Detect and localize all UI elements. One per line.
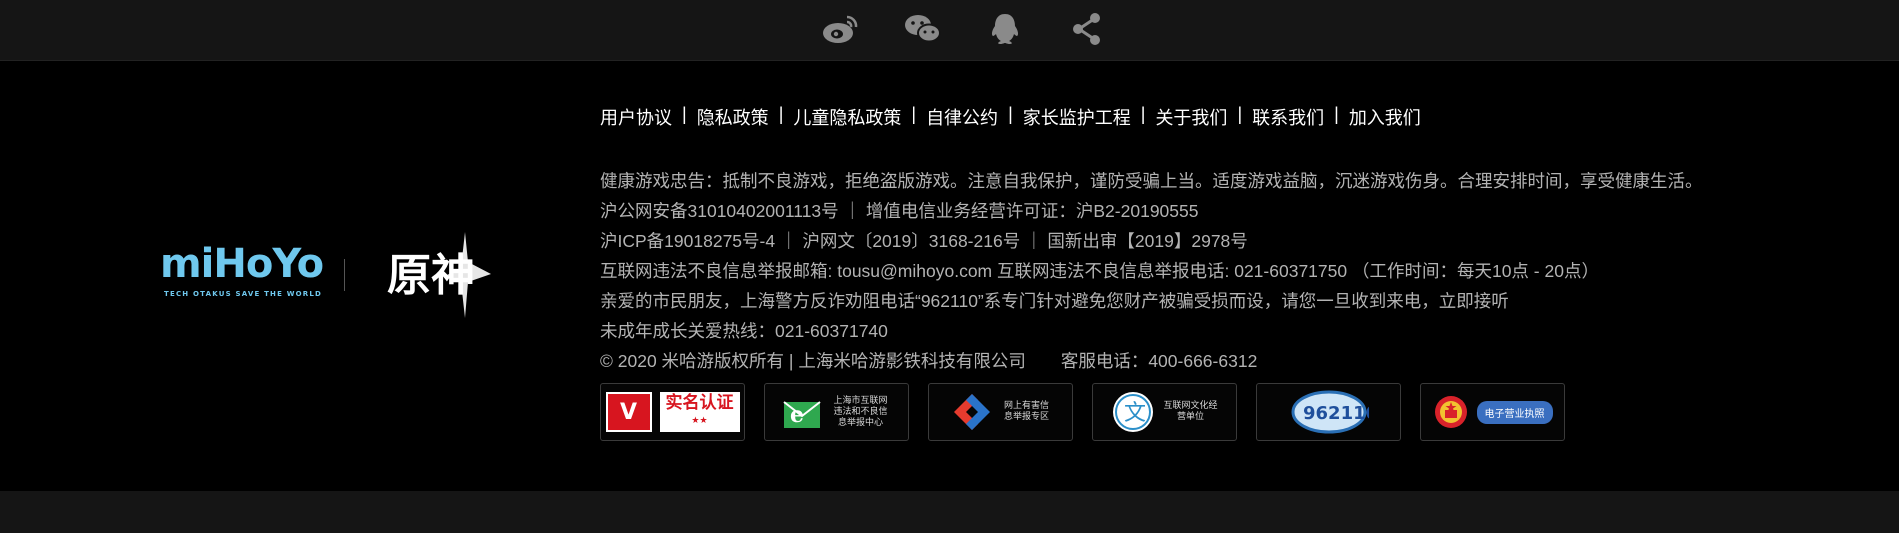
- link-privacy-policy[interactable]: 隐私政策: [697, 104, 769, 130]
- real-name-label: 实名认证: [665, 393, 734, 413]
- real-name-stars: ★★: [691, 416, 708, 426]
- fraud-hotline-number: 962110: [1303, 403, 1369, 424]
- svg-text:e: e: [790, 402, 804, 428]
- fraud-hotline-icon: 962110: [1291, 390, 1369, 434]
- footer-links: 用户协议 | 隐私政策 | 儿童隐私政策 | 自律公约 | 家长监护工程 | 关…: [600, 104, 1421, 130]
- harmful-info-label: 网上有害信息举报专区: [1003, 401, 1049, 422]
- link-separator: |: [682, 104, 687, 124]
- mihoyo-tagline: TECH OTAKUS SAVE THE WORLD: [164, 290, 323, 298]
- svg-text:文: 文: [1124, 401, 1146, 426]
- internet-culture-badge[interactable]: 文 互联网文化经营单位: [1092, 383, 1237, 441]
- v-shield-icon: V: [605, 392, 652, 432]
- real-name-text: 实名认证 ★★: [659, 392, 740, 432]
- culture-unit-icon: 文: [1112, 392, 1153, 432]
- shanghai-report-label: 上海市互联网违法和不良信息举报中心: [833, 395, 888, 428]
- link-separator: |: [778, 104, 784, 124]
- social-icons: [800, 9, 1128, 49]
- wechat-icon[interactable]: [882, 9, 964, 49]
- license-line: 沪公网安备31010402001113号 ｜ 增值电信业务经营许可证：沪B2-2…: [600, 201, 1199, 221]
- envelope-e-icon: e: [782, 401, 821, 428]
- link-separator: |: [911, 104, 917, 124]
- genshin-logo-text: 原神: [387, 250, 475, 301]
- mihoyo-wordmark: miHoYo: [160, 241, 324, 287]
- business-license-label: 电子营业执照: [1476, 400, 1553, 424]
- bottom-bar: [0, 491, 1899, 533]
- logo-divider: [344, 259, 345, 291]
- real-name-badge[interactable]: V 实名认证 ★★: [600, 383, 745, 441]
- link-join-us[interactable]: 加入我们: [1349, 104, 1421, 130]
- link-separator: |: [1334, 104, 1339, 124]
- certification-badges: V 实名认证 ★★ e 上海市互联网违法和不良信息举报中心 网上有害信息举报专区…: [600, 383, 1565, 441]
- internet-culture-label: 互联网文化经营单位: [1163, 401, 1218, 422]
- harmful-info-badge[interactable]: 网上有害信息举报专区: [928, 383, 1073, 441]
- legal-info: 健康游戏忠告：抵制不良游戏，拒绝盗版游戏。注意自我保护，谨防受骗上当。适度游戏益…: [600, 166, 1703, 376]
- link-user-agreement[interactable]: 用户协议: [600, 104, 672, 130]
- link-self-discipline[interactable]: 自律公约: [926, 104, 998, 130]
- national-emblem-icon: [1434, 396, 1467, 428]
- share-icon[interactable]: [1046, 9, 1128, 49]
- genshin-logo[interactable]: 原神: [385, 232, 495, 318]
- report-line: 互联网违法不良信息举报邮箱: tousu@mihoyo.com 互联网违法不良信…: [600, 261, 1599, 281]
- business-license-badge[interactable]: 电子营业执照: [1420, 383, 1565, 441]
- health-advice: 健康游戏忠告：抵制不良游戏，拒绝盗版游戏。注意自我保护，谨防受骗上当。适度游戏益…: [600, 171, 1703, 191]
- social-bar: [0, 0, 1899, 61]
- brand-logos: miHoYo TECH OTAKUS SAVE THE WORLD 原神: [160, 232, 495, 318]
- copyright-line: © 2020 米哈游版权所有 | 上海米哈游影铁科技有限公司 客服电话：400-…: [600, 351, 1258, 371]
- icp-line: 沪ICP备19018275号-4 ｜ 沪网文〔2019〕3168-216号 ｜ …: [600, 231, 1248, 251]
- link-about-us[interactable]: 关于我们: [1155, 104, 1227, 130]
- qq-icon[interactable]: [964, 9, 1046, 49]
- link-parental-guardian[interactable]: 家长监护工程: [1023, 104, 1131, 130]
- mihoyo-logo[interactable]: miHoYo TECH OTAKUS SAVE THE WORLD: [160, 240, 324, 310]
- link-contact-us[interactable]: 联系我们: [1252, 104, 1324, 130]
- anti-fraud-line: 亲爱的市民朋友，上海警方反诈劝阻电话“962110”系专门针对避免您财产被骗受损…: [600, 291, 1509, 311]
- link-separator: |: [1008, 104, 1013, 124]
- anti-fraud-badge[interactable]: 962110: [1256, 383, 1401, 441]
- shanghai-report-badge[interactable]: e 上海市互联网违法和不良信息举报中心: [764, 383, 909, 441]
- link-separator: |: [1140, 104, 1146, 124]
- weibo-icon[interactable]: [800, 9, 882, 49]
- minor-hotline: 未成年成长关爱热线：021-60371740: [600, 321, 888, 341]
- link-children-privacy[interactable]: 儿童隐私政策: [793, 104, 901, 130]
- harmful-info-icon: [953, 394, 990, 430]
- link-separator: |: [1237, 104, 1243, 124]
